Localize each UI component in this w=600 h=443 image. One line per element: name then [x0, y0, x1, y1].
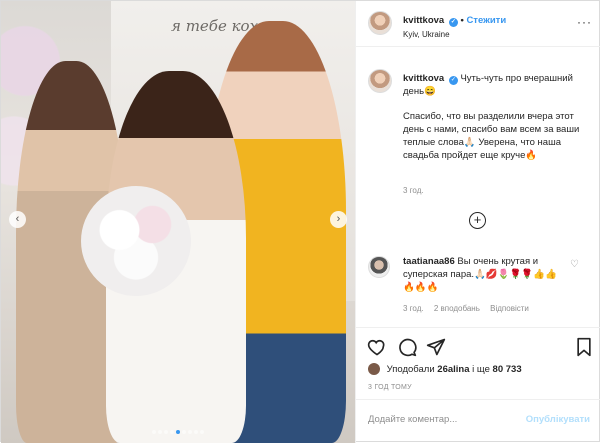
caption-lead: kvittkova ✓ Чуть-чуть про вчерашний день… — [403, 72, 573, 98]
carousel-dot — [158, 430, 162, 434]
liker-avatar[interactable] — [368, 363, 380, 375]
caption-body: Спасибо, что вы разделили вчера этот ден… — [403, 111, 580, 161]
comment-like-heart-icon[interactable]: ♡ — [570, 259, 579, 270]
load-more-comments-icon[interactable]: + — [469, 212, 486, 229]
likes-count[interactable]: 80 733 — [493, 364, 522, 375]
carousel-dot — [200, 430, 204, 434]
more-options-icon[interactable]: ··· — [577, 15, 592, 29]
post-time-ago[interactable]: 3 ГОД ТОМУ — [368, 384, 412, 391]
post-header: kvittkova ✓ • Стежити Kyiv, Ukraine ··· — [356, 1, 600, 47]
comment-time: 3 год. — [403, 304, 424, 313]
bouquet — [81, 186, 191, 296]
carousel-dot — [188, 430, 192, 434]
carousel-dots — [1, 426, 355, 436]
caption-username[interactable]: kvittkova — [403, 73, 444, 84]
save-bookmark-icon[interactable] — [574, 337, 594, 357]
likes-prefix: Уподобали — [386, 364, 435, 375]
likes-summary: Уподобали 26alina і ще 80 733 — [368, 363, 522, 375]
comment-bubble-icon[interactable] — [397, 337, 417, 357]
post-location[interactable]: Kyiv, Ukraine — [403, 30, 450, 39]
caption-author-avatar[interactable] — [368, 69, 392, 93]
caption-time: 3 год. — [403, 186, 424, 195]
instagram-post: я тебе кохаю ‹ › kvittkova ✓ • Стежити K… — [0, 0, 600, 443]
carousel-dot — [152, 430, 156, 434]
comment-meta: 3 год. 2 вподобань Відповісти — [403, 304, 537, 313]
carousel-dot — [182, 430, 186, 434]
comment-input[interactable]: Додайте коментар... — [368, 414, 518, 425]
comment-text: taatianaa86 Вы очень крутая и суперская … — [403, 255, 563, 294]
carousel-dot — [194, 430, 198, 434]
comment-reply-button[interactable]: Відповісти — [490, 304, 529, 313]
like-heart-icon[interactable] — [367, 337, 387, 357]
author-avatar[interactable] — [368, 11, 392, 35]
likes-suffix: і ще — [472, 364, 490, 375]
author-username[interactable]: kvittkova — [403, 15, 444, 26]
liker-username[interactable]: 26alina — [437, 364, 469, 375]
post-actions — [356, 327, 600, 363]
share-send-icon[interactable] — [426, 337, 446, 357]
post-side-pane: kvittkova ✓ • Стежити Kyiv, Ukraine ··· … — [355, 1, 600, 443]
header-separator: • — [460, 15, 464, 26]
verified-badge-icon: ✓ — [448, 18, 458, 27]
author-username-row: kvittkova ✓ • Стежити — [403, 15, 506, 27]
carousel-dot — [176, 430, 180, 434]
carousel-prev-button[interactable]: ‹ — [9, 211, 26, 228]
add-comment-bar: Додайте коментар... Опублікувати — [356, 399, 600, 443]
post-photo[interactable]: я тебе кохаю ‹ › — [1, 1, 355, 443]
carousel-dot — [164, 430, 168, 434]
carousel-next-button[interactable]: › — [330, 211, 347, 228]
commenter-username[interactable]: taatianaa86 — [403, 256, 455, 267]
carousel-dot — [170, 430, 174, 434]
comment-likes[interactable]: 2 вподобань — [434, 304, 480, 313]
follow-button[interactable]: Стежити — [466, 15, 506, 26]
post-comment-button[interactable]: Опублікувати — [526, 414, 590, 425]
caption-verified-badge-icon: ✓ — [448, 76, 458, 85]
commenter-avatar[interactable] — [368, 256, 390, 278]
